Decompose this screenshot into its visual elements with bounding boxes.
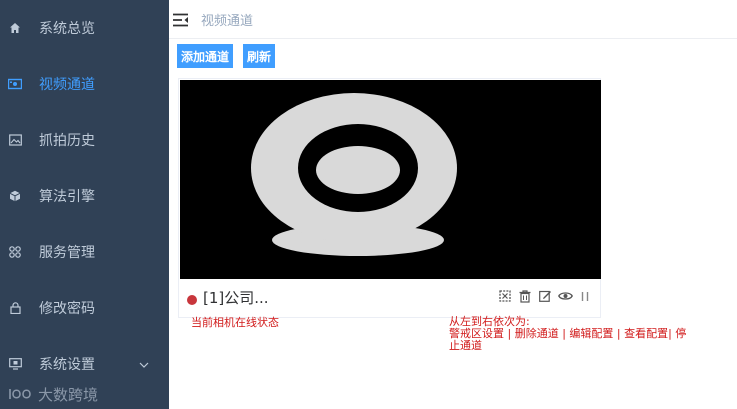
- actions-annotation-title: 从左到右依次为:: [449, 315, 530, 328]
- view-icon[interactable]: [557, 289, 573, 303]
- actions-annotation-line2: 止通道: [449, 339, 482, 352]
- lock-icon: [8, 301, 22, 315]
- webcam-placeholder-icon: [251, 93, 457, 256]
- sidebar-item-label: 视频通道: [39, 77, 95, 93]
- sidebar-item-label: 系统设置: [39, 357, 95, 373]
- status-dot: [187, 295, 197, 305]
- sidebar-item-overview[interactable]: 系统总览: [0, 0, 169, 56]
- grid-icon: [8, 245, 22, 259]
- video-preview[interactable]: [180, 80, 601, 279]
- sidebar-item-label: 修改密码: [39, 301, 95, 317]
- brand-watermark: 大数跨境: [8, 384, 98, 404]
- brand-logo-icon: [9, 389, 31, 399]
- alarm-zone-icon[interactable]: [498, 289, 512, 303]
- sidebar-item-service-management[interactable]: 服务管理: [0, 224, 169, 280]
- camera-card: [1]公司...: [178, 78, 601, 318]
- brand-text: 大数跨境: [38, 385, 99, 404]
- status-annotation: 当前相机在线状态: [191, 316, 279, 329]
- sidebar-item-label: 系统总览: [39, 21, 95, 37]
- refresh-button[interactable]: 刷新: [243, 44, 275, 68]
- video-channel-icon: [8, 77, 22, 91]
- home-icon: [8, 21, 22, 35]
- sidebar-item-change-password[interactable]: 修改密码: [0, 280, 169, 336]
- sidebar: 系统总览 视频通道 抓拍历史 算法引擎 服务管理 修改密码 系统设置 大数跨境: [0, 0, 169, 409]
- edit-icon[interactable]: [538, 289, 552, 303]
- add-channel-button[interactable]: 添加通道: [177, 44, 233, 68]
- stop-icon[interactable]: [579, 289, 591, 303]
- app-root: 系统总览 视频通道 抓拍历史 算法引擎 服务管理 修改密码 系统设置 大数跨境 …: [0, 0, 737, 409]
- image-icon: [8, 133, 22, 147]
- sidebar-item-algorithm-engine[interactable]: 算法引擎: [0, 168, 169, 224]
- monitor-icon: [8, 357, 22, 371]
- sidebar-item-label: 服务管理: [39, 245, 95, 261]
- breadcrumb: 视频通道: [201, 14, 254, 29]
- sidebar-item-video-channel[interactable]: 视频通道: [0, 56, 169, 112]
- sidebar-item-label: 抓拍历史: [39, 133, 95, 149]
- card-footer: [1]公司...: [179, 279, 600, 317]
- delete-icon[interactable]: [518, 289, 532, 303]
- camera-name: [1]公司...: [203, 289, 269, 307]
- top-header: 视频通道: [169, 0, 737, 39]
- actions-annotation-line1: 警戒区设置 | 删除通道 | 编辑配置 | 查看配置| 停: [449, 327, 687, 340]
- menu-collapse-icon[interactable]: [173, 12, 189, 27]
- sidebar-item-label: 算法引擎: [39, 189, 95, 205]
- chevron-down-icon: [139, 356, 149, 372]
- sidebar-item-capture-history[interactable]: 抓拍历史: [0, 112, 169, 168]
- cube-icon: [8, 189, 22, 203]
